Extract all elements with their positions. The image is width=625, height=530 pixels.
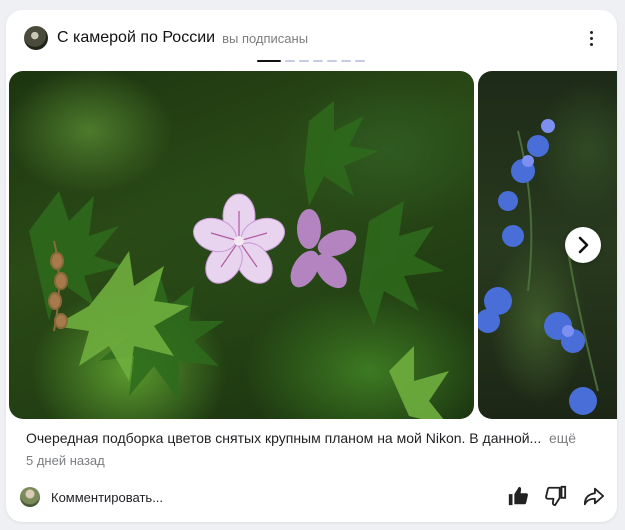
like-button[interactable] [507,485,529,507]
comment-input[interactable]: Комментировать... [51,490,163,505]
post-caption[interactable]: Очередная подборка цветов снятых крупным… [26,430,541,446]
gallery-photo-pink-geranium[interactable] [9,71,474,419]
post-card: С камерой по России вы подписаны Очередн… [6,10,617,522]
thumbs-up-icon [508,486,528,506]
pager-dot [327,60,337,62]
post-actions [507,485,605,507]
comment-bar: Комментировать... [20,487,163,507]
channel-name[interactable]: С камерой по России [57,29,215,47]
share-icon [583,487,605,506]
pager-dot-active [257,60,281,62]
thumbs-down-icon [545,485,567,507]
pink-flower-illustration [29,101,449,419]
caption-more-link[interactable]: ещё [549,430,576,446]
share-button[interactable] [583,485,605,507]
post-header: С камерой по России вы подписаны [24,24,599,52]
chevron-right-icon [578,236,589,254]
pager-dot [313,60,323,62]
gallery-next-button[interactable] [565,227,601,263]
channel-avatar[interactable] [24,26,48,50]
pager-dot [299,60,309,62]
more-vertical-icon[interactable] [581,26,601,50]
gallery-pager [257,60,365,62]
dislike-button[interactable] [545,485,567,507]
pager-dot [355,60,365,62]
user-avatar [20,487,40,507]
subscription-status: вы подписаны [222,30,309,46]
post-date: 5 дней назад [26,453,105,468]
pager-dot [341,60,351,62]
pager-dot [285,60,295,62]
